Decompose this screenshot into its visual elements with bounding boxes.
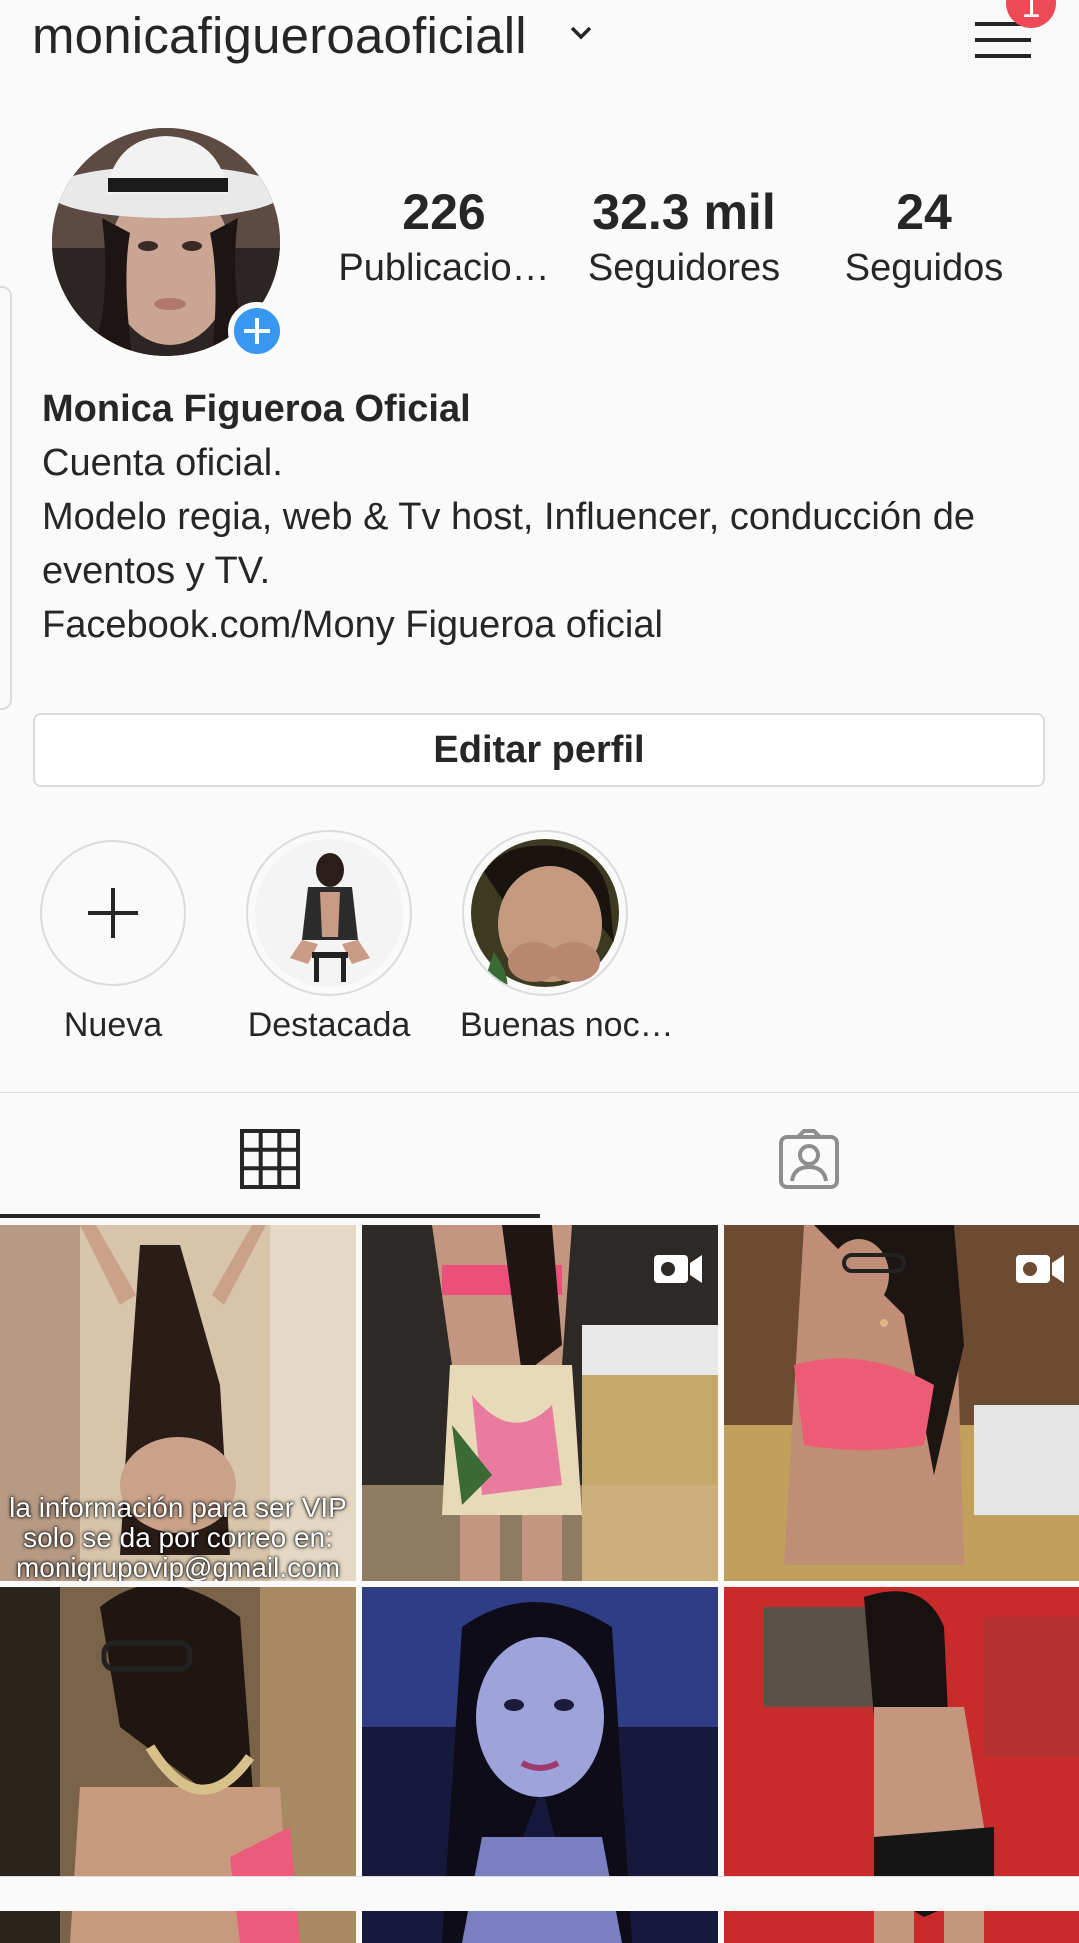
profile-header: monicafigueroaoficiall 1: [0, 0, 1079, 80]
bio-line: Cuenta oficial.: [42, 442, 283, 484]
post-caption-line: la información para ser VIP: [9, 1492, 347, 1523]
following-label: Seguidos: [844, 247, 1004, 289]
post-caption-line: solo se da por correo en:: [23, 1522, 333, 1553]
chevron-down-icon[interactable]: [566, 18, 596, 48]
bio-link[interactable]: Facebook.com/Mony Figueroa oficial: [42, 598, 1042, 652]
posts-label: Publicacio…: [338, 247, 550, 289]
add-story-plus-icon[interactable]: [228, 302, 286, 360]
profile-bio: Monica Figueroa Oficial Cuenta oficial. …: [42, 382, 1042, 652]
following-count: 24: [896, 184, 952, 240]
profile-tabs: [0, 1092, 1079, 1219]
followers-label: Seguidores: [587, 247, 781, 289]
highlight-buenas-noches[interactable]: Buenas noc…: [460, 830, 674, 1045]
bio-line: Modelo regia, web & Tv host, Influencer,…: [42, 496, 975, 538]
bottom-navigation-bar: [0, 1876, 1079, 1911]
stat-followers[interactable]: 32.3 mil Seguidores: [574, 184, 794, 296]
tagged-photos-icon[interactable]: [778, 1129, 840, 1191]
bio-line: eventos y TV.: [42, 550, 271, 592]
highlight-thumbnail: [246, 830, 412, 996]
plus-icon: [88, 888, 138, 938]
followers-count: 32.3 mil: [592, 184, 776, 240]
post-caption: la información para ser VIP solo se da p…: [0, 1492, 356, 1582]
post-thumbnail[interactable]: [724, 1225, 1079, 1581]
post-thumbnail[interactable]: la información para ser VIP solo se da p…: [0, 1225, 356, 1581]
video-icon: [1016, 1255, 1064, 1283]
grid-icon[interactable]: [240, 1129, 300, 1189]
post-thumbnail[interactable]: [362, 1225, 718, 1581]
edit-profile-button[interactable]: Editar perfil: [33, 713, 1045, 787]
posts-count: 226: [402, 184, 486, 240]
active-tab-indicator: [0, 1214, 540, 1218]
stat-posts[interactable]: 226 Publicacio…: [334, 184, 554, 296]
display-name: Monica Figueroa Oficial: [42, 388, 471, 430]
stat-following[interactable]: 24 Seguidos: [814, 184, 1034, 296]
side-edge-handle[interactable]: [0, 286, 12, 710]
highlight-label: Nueva: [63, 1006, 163, 1044]
highlight-new-circle: [40, 840, 186, 986]
highlight-new[interactable]: Nueva: [28, 840, 198, 1045]
username-switcher[interactable]: monicafigueroaoficiall: [32, 6, 527, 65]
video-icon: [654, 1255, 702, 1283]
highlight-label: Buenas noc…: [460, 1006, 674, 1044]
highlight-destacada[interactable]: Destacada: [244, 830, 414, 1045]
post-caption-line: monigrupovip@gmail.com: [15, 1552, 341, 1582]
highlight-label: Destacada: [247, 1006, 411, 1044]
highlight-thumbnail: [462, 830, 628, 996]
